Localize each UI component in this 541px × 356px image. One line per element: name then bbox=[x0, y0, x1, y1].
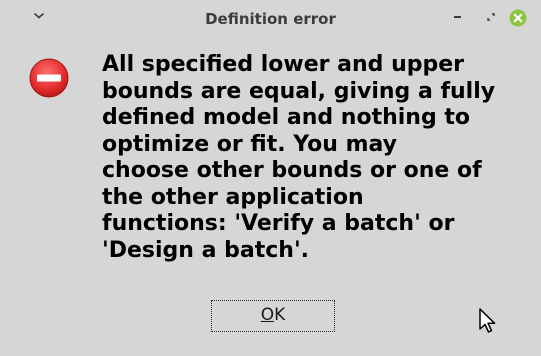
error-icon bbox=[29, 58, 69, 98]
minimize-icon[interactable] bbox=[452, 12, 464, 22]
message-line: the other application bbox=[102, 184, 364, 210]
message-line: 'Design a batch'. bbox=[102, 237, 310, 263]
ok-mnemonic: O bbox=[260, 305, 275, 325]
message-line: All specified lower and upper bbox=[102, 52, 465, 77]
message-line: functions: 'Verify a batch' or bbox=[102, 211, 455, 236]
dialog-window: Definition error All specified lower and… bbox=[0, 0, 541, 356]
message-line: optimize or fit. You may bbox=[102, 131, 398, 157]
close-icon[interactable] bbox=[509, 9, 527, 27]
ok-label-rest: K bbox=[274, 305, 286, 325]
message-line: choose other bounds or one of bbox=[102, 158, 482, 183]
ok-button-label: OK bbox=[208, 305, 338, 325]
error-message: All specified lower and upper bounds are… bbox=[102, 52, 532, 264]
ok-button[interactable]: OK bbox=[208, 297, 338, 335]
message-line: bounds are equal, giving a fully bbox=[102, 78, 496, 104]
restore-icon[interactable] bbox=[485, 11, 497, 23]
message-line: defined model and nothing to bbox=[102, 105, 470, 130]
titlebar[interactable]: Definition error bbox=[0, 0, 541, 40]
mouse-cursor-icon bbox=[479, 308, 496, 333]
